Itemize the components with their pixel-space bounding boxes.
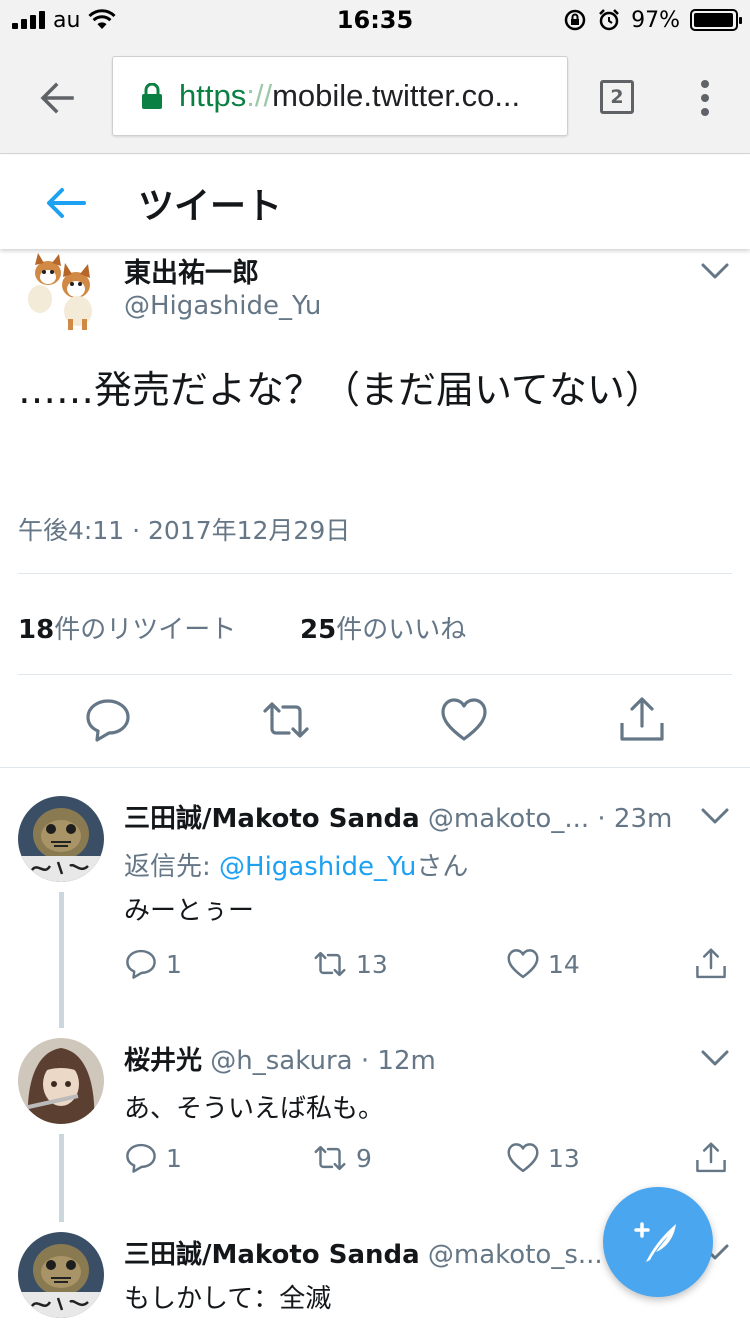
thread-line	[59, 892, 64, 1028]
likes-count: 25	[300, 615, 337, 645]
compose-tweet-button[interactable]	[603, 1187, 713, 1297]
share-icon	[696, 1142, 726, 1173]
retweets-label: 件のリツイート	[54, 615, 237, 645]
reply-button[interactable]: 1	[124, 944, 182, 984]
url-host: mobile.twitter.co...	[272, 78, 521, 113]
reply-count: 1	[166, 1143, 182, 1173]
like-heart-icon	[507, 1143, 539, 1173]
reply-time[interactable]: · 12m	[361, 1046, 436, 1076]
reply-text: みーとぅー	[124, 896, 255, 926]
tweet-text: ……発売だよな？（まだ届いてない）	[18, 368, 663, 412]
reply-header: 三田誠/Makoto Sanda @makoto_... · 23m	[124, 798, 672, 835]
url-scheme: https	[179, 78, 247, 113]
back-arrow-icon[interactable]	[44, 181, 88, 225]
likes-label: 件のいいね	[336, 615, 467, 645]
chevron-down-icon[interactable]	[700, 806, 730, 826]
avatar[interactable]	[18, 1038, 104, 1124]
reply-header: 三田誠/Makoto Sanda @makoto_s...	[124, 1234, 603, 1271]
status-icons: 97%	[563, 6, 742, 34]
retweet-button[interactable]: 9	[312, 1138, 372, 1178]
page-header: ツイート	[0, 155, 750, 249]
address-bar[interactable]: https://mobile.twitter.co...	[112, 56, 568, 136]
browser-toolbar: https://mobile.twitter.co... 2	[0, 40, 750, 154]
chevron-down-icon[interactable]	[700, 1048, 730, 1068]
avatar[interactable]	[18, 796, 104, 882]
battery-percent: 97%	[631, 7, 680, 33]
compose-feather-icon	[634, 1222, 676, 1262]
rotation-lock-icon	[564, 9, 586, 31]
thread-line	[59, 1134, 64, 1222]
reply-author-name[interactable]: 三田誠/Makoto Sanda	[124, 1240, 420, 1270]
reply-count: 1	[166, 949, 182, 979]
retweet-button[interactable]: 13	[312, 944, 388, 984]
tab-switcher-button[interactable]: 2	[600, 80, 634, 114]
lock-icon	[142, 83, 162, 109]
retweets-stat[interactable]: 18件のリツイート	[18, 609, 236, 646]
alarm-icon	[599, 9, 619, 31]
replying-to-suffix: さん	[416, 852, 469, 882]
battery-icon	[690, 9, 742, 31]
reply-header: 桜井光 @h_sakura · 12m	[124, 1040, 436, 1077]
like-count: 14	[548, 949, 580, 979]
author-handle[interactable]: @Higashide_Yu	[124, 291, 321, 321]
share-icon[interactable]	[617, 695, 667, 745]
reply-author-handle[interactable]: @makoto_...	[428, 804, 589, 834]
reply-icon[interactable]	[83, 695, 133, 745]
like-count: 13	[548, 1143, 580, 1173]
reply-button[interactable]: 1	[124, 1138, 182, 1178]
battery-level-fill	[694, 13, 733, 27]
status-bar: au 16:35 97%	[0, 0, 750, 40]
browser-back-icon[interactable]	[36, 76, 80, 120]
share-icon	[696, 948, 726, 979]
retweet-icon[interactable]	[261, 695, 311, 745]
author-name[interactable]: 東出祐一郎	[124, 251, 259, 290]
page-title: ツイート	[138, 186, 283, 227]
like-button[interactable]: 13	[506, 1138, 580, 1178]
more-menu-icon[interactable]	[690, 76, 720, 120]
avatar[interactable]	[18, 251, 104, 331]
mention-link[interactable]: @Higashide_Yu	[219, 852, 416, 882]
reply-icon	[126, 949, 156, 979]
divider	[18, 573, 732, 574]
reply-text: もしかして：全滅	[124, 1284, 332, 1314]
reply-icon	[126, 1143, 156, 1173]
retweet-icon	[314, 1145, 346, 1171]
tweet-actions	[0, 695, 750, 755]
replying-to: 返信先: @Higashide_Yuさん	[124, 846, 468, 883]
reply-time[interactable]: · 23m	[597, 804, 672, 834]
retweet-icon	[314, 951, 346, 977]
url-separator: ://	[246, 78, 273, 113]
url-text: https://mobile.twitter.co...	[179, 78, 520, 114]
retweet-count: 13	[356, 949, 388, 979]
reply-author-handle[interactable]: @h_sakura	[210, 1046, 352, 1076]
divider	[0, 767, 750, 768]
reply-actions: 1 13 14	[124, 944, 734, 984]
likes-stat[interactable]: 25件のいいね	[300, 609, 466, 646]
share-button[interactable]	[694, 944, 728, 984]
reply-author-name[interactable]: 三田誠/Makoto Sanda	[124, 804, 420, 834]
reply-author-handle[interactable]: @makoto_s...	[428, 1240, 603, 1270]
share-button[interactable]	[694, 1138, 728, 1178]
avatar[interactable]	[18, 1232, 104, 1318]
like-heart-icon[interactable]	[439, 695, 489, 745]
tweet-timestamp[interactable]: 午後4:11 · 2017年12月29日	[18, 511, 350, 547]
chevron-down-icon[interactable]	[700, 261, 730, 281]
divider	[18, 674, 732, 675]
like-heart-icon	[507, 949, 539, 979]
like-button[interactable]: 14	[506, 944, 580, 984]
reply-text: あ、そういえば私も。	[124, 1094, 385, 1124]
reply-actions: 1 9 13	[124, 1138, 734, 1178]
retweets-count: 18	[18, 615, 55, 645]
retweet-count: 9	[356, 1143, 372, 1173]
replying-to-prefix: 返信先:	[124, 852, 220, 882]
reply-author-name[interactable]: 桜井光	[124, 1046, 202, 1076]
